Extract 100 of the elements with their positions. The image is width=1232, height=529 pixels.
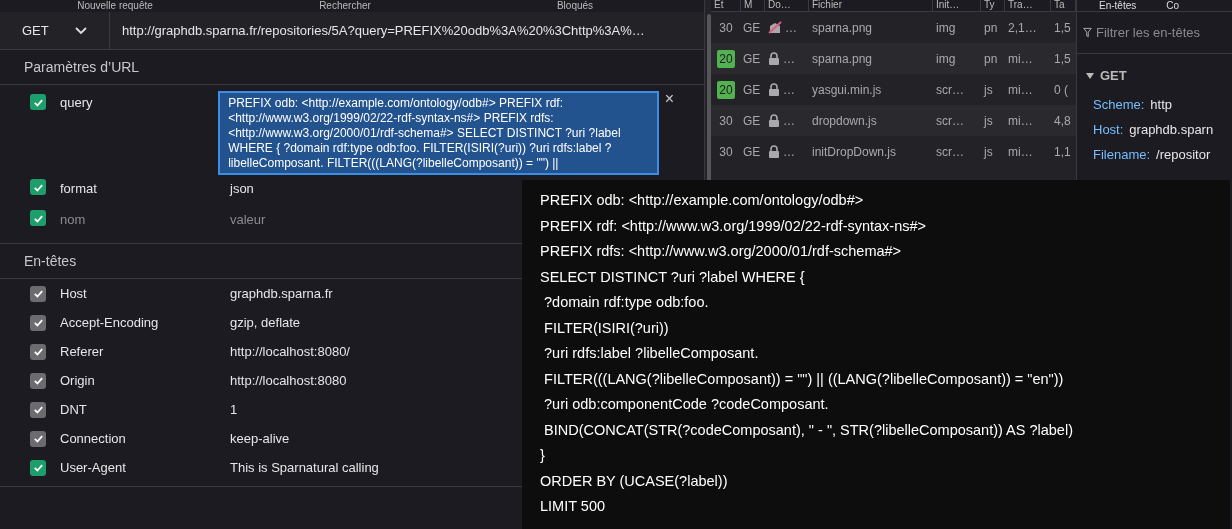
transferred-text: mi… — [1007, 143, 1034, 161]
column-header[interactable]: Do… — [765, 0, 809, 11]
query-line: ORDER BY (UCASE(?label)) — [540, 471, 728, 491]
header-name: Referer — [60, 342, 105, 361]
size-text: 1,5 — [1053, 19, 1072, 37]
panel-tab[interactable]: Bloqués — [460, 0, 690, 12]
filter-field[interactable]: Filtrer les en-têtes — [1096, 22, 1226, 43]
status-code: 30 — [718, 19, 734, 37]
field-value: /repositor — [1156, 145, 1211, 164]
initiator-text: scr… — [935, 112, 965, 130]
panel-tab[interactable]: Nouvelle requête — [0, 0, 230, 12]
type-text: pn — [983, 19, 999, 37]
size-text: 1,5 — [1053, 50, 1072, 68]
header-value: http://localhost:8080/ — [230, 342, 350, 361]
query-line: FILTER(((LANG(?libelleComposant)) = "") || ((LANG(?libelleComposant)) = "en")) — [543, 369, 1064, 389]
field-value: http — [1150, 95, 1172, 114]
field-label: Filename: — [1093, 145, 1151, 164]
size-text: 0 ( — [1053, 81, 1069, 99]
method-text: GE — [742, 81, 762, 99]
header-value: This is Sparnatural calling — [230, 458, 379, 477]
field-value: graphdb.sparn — [1129, 120, 1214, 139]
remove-button[interactable]: × — [664, 91, 674, 107]
size-text: 1,1 — [1053, 143, 1072, 161]
checkbox[interactable] — [30, 179, 46, 195]
column-header[interactable]: Tra… — [1005, 0, 1051, 11]
status-code: 20 — [717, 80, 735, 99]
query-line: FILTER(ISIRI(?uri)) — [543, 318, 669, 338]
details-tab[interactable]: Co — [1166, 1, 1180, 11]
header-name: DNT — [60, 400, 88, 419]
status-code: 20 — [717, 49, 735, 68]
column-header[interactable]: M — [741, 0, 765, 11]
column-header[interactable]: Init… — [933, 0, 981, 11]
header-name: Connection — [60, 429, 127, 448]
file-name: dropdown.js — [811, 112, 878, 130]
method-text: GE — [742, 112, 762, 130]
query-line: BIND(CONCAT(STR(?codeComposant), " - ", STR(?libelleComposant)) AS ?label) — [543, 420, 1073, 440]
query-line: LIMIT 500 — [540, 497, 606, 516]
check-icon — [32, 317, 44, 328]
file-name: yasgui.min.js — [811, 81, 883, 99]
value-field[interactable]: valeur — [230, 210, 530, 230]
type-text: js — [982, 81, 994, 99]
initiator-text: img — [935, 50, 957, 68]
panel-tab[interactable]: Rechercher — [230, 0, 460, 12]
field-label: Scheme: — [1093, 95, 1145, 114]
domain-text: … — [783, 143, 795, 161]
header-value: keep-alive — [230, 429, 290, 448]
size-text: 4,8 — [1053, 112, 1072, 130]
check-icon — [32, 404, 44, 415]
section-toggle[interactable]: GET — [1077, 60, 1232, 92]
url-field[interactable]: http://graphdb.sparna.fr/repositories/5A?query=PREFIX%20odb%3A%20%3Chttp%3A%… — [110, 20, 704, 41]
file-name: sparna.png — [811, 50, 874, 68]
transferred-text: mi… — [1007, 112, 1034, 130]
file-name: sparna.png — [811, 19, 874, 37]
status-code: 30 — [718, 143, 734, 161]
header-value: 1 — [230, 400, 238, 419]
query-line: ?uri rdfs:label ?libelleComposant. — [543, 344, 759, 363]
checkbox[interactable] — [30, 94, 46, 110]
check-icon — [32, 346, 44, 357]
column-header[interactable]: Ta — [1051, 0, 1076, 11]
type-text: js — [982, 143, 994, 161]
param-name: format — [60, 180, 98, 198]
check-icon — [32, 288, 44, 299]
column-header[interactable]: Ty — [981, 0, 1005, 11]
header-value: graphdb.sparna.fr — [230, 284, 333, 303]
details-tab[interactable]: En-têtes — [1099, 1, 1137, 11]
column-header[interactable]: Ét — [711, 0, 741, 11]
transferred-text: 2,1… — [1007, 19, 1038, 37]
field-label: Host: — [1093, 120, 1124, 139]
domain-text: … — [783, 112, 795, 130]
checkbox[interactable] — [30, 459, 46, 476]
query-textarea[interactable]: PREFIX odb: <http://example.com/ontology/odb#> PREFIX rdf: <http://www.w3.org/1999/02/22-rdf-syntax-ns#> PREFIX rdfs: <http://www.w3.org/2000/01/rdf-schema#> SELECT DISTINCT ?uri ?label WHERE { ?domain rdf:type odb:foo. FILTER(ISIRI(?uri)) ?uri rdfs:label ?libelleComposant. FILTER(((LANG(?libelleComposant)) = "") || — [218, 91, 659, 175]
check-icon — [32, 462, 44, 473]
status-code: 30 — [718, 112, 734, 130]
section-heading: Paramètres d’URL — [0, 50, 704, 85]
param-value: json — [230, 180, 254, 198]
query-line: } — [540, 446, 545, 465]
column-header[interactable]: Fichier — [809, 0, 933, 11]
header-name: Accept-Encoding — [60, 313, 160, 332]
header-value: gzip, deflate — [230, 313, 301, 332]
query-line: ?domain rdf:type odb:foo. — [543, 293, 709, 312]
filter-icon — [1083, 26, 1092, 39]
transferred-text: mi… — [1007, 50, 1034, 68]
domain-text: … — [783, 81, 795, 99]
chevron-down-icon — [75, 26, 87, 35]
domain-text: … — [783, 50, 795, 68]
check-icon — [32, 433, 44, 444]
method-select[interactable]: GET — [0, 12, 110, 49]
query-line: PREFIX rdf: <http://www.w3.org/1999/02/22-rdf-syntax-ns#> — [540, 216, 927, 236]
header-name: Host — [60, 284, 88, 303]
initiator-text: scr… — [935, 81, 965, 99]
header-value: http://localhost:8080 — [230, 371, 347, 390]
query-line: PREFIX odb: <http://example.com/ontology/odb#> — [540, 191, 864, 210]
method-text: GE — [742, 50, 762, 68]
type-text: js — [982, 112, 994, 130]
transferred-text: mi… — [1007, 81, 1034, 99]
name-field[interactable]: nom — [60, 210, 230, 230]
checkbox[interactable] — [30, 210, 46, 226]
file-name: initDropDown.js — [811, 143, 898, 161]
header-name: User-Agent — [60, 458, 127, 477]
check-icon — [32, 375, 44, 386]
